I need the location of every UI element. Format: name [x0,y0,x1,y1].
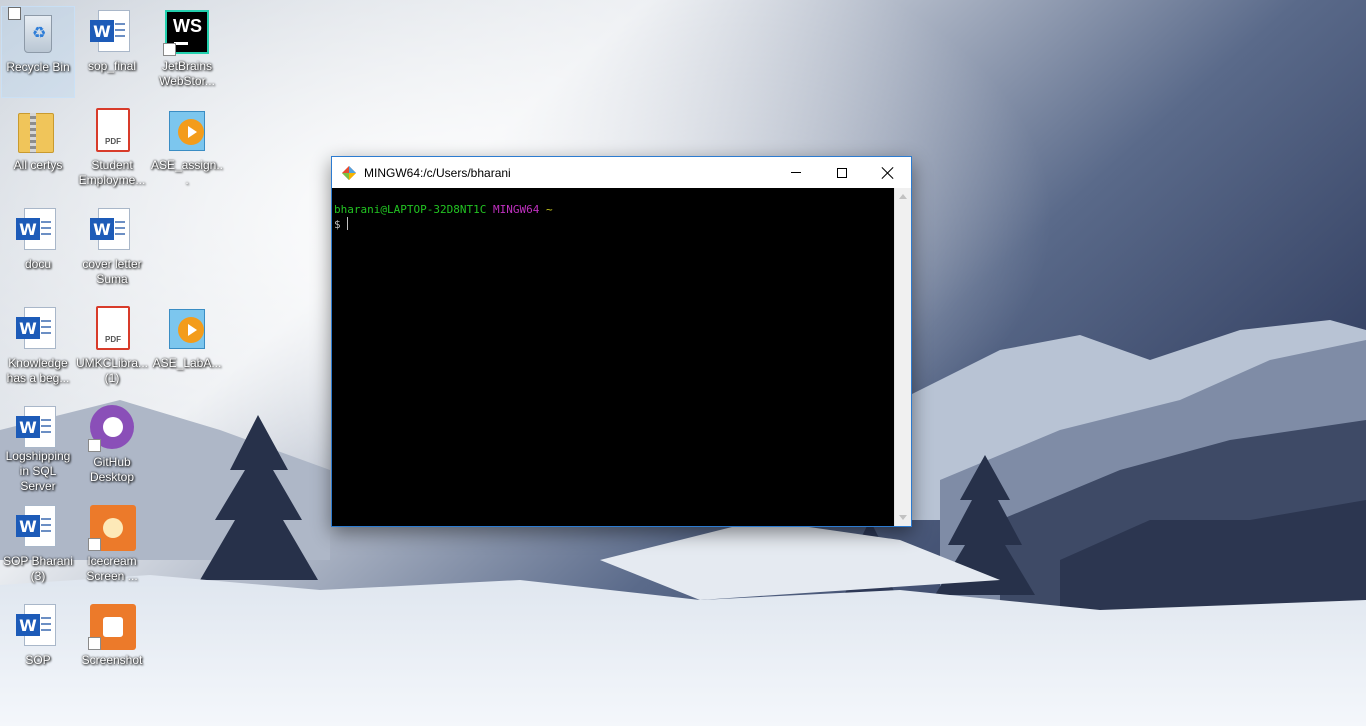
input-line[interactable]: $ [334,217,894,232]
word-document-icon: W [88,206,136,254]
shortcut-arrow-icon [88,637,101,650]
word-document-icon: W [14,404,62,448]
zip-folder-icon [14,107,62,155]
window-controls [773,157,911,188]
icon-label: Knowledge has a beg... [6,356,70,385]
icon-label: All certys [13,158,63,172]
text-cursor [346,217,348,230]
word-document-icon: W [14,602,62,650]
scroll-up-icon[interactable] [899,194,907,199]
word-document-icon: W [14,503,62,551]
word-document-icon: W [14,206,62,254]
desktop-icon-ase-laba[interactable]: ASE_LabA... [150,303,224,395]
desktop-icon-logshipping[interactable]: W Logshipping in SQL Server [1,402,75,494]
desktop-icon-icecream[interactable]: Icecream Screen ... [75,501,149,593]
icon-label: ASE_assign... [150,158,224,187]
icecream-screen-recorder-icon [88,503,136,551]
desktop-icon-webstorm[interactable]: WS JetBrains WebStor... [150,6,224,98]
git-bash-window[interactable]: MINGW64:/c/Users/bharani bharani@LAPTOP-… [331,156,912,527]
maximize-icon [837,167,847,178]
minimize-button[interactable] [773,157,819,188]
git-bash-icon [341,165,357,181]
desktop-icon-umkc-library[interactable]: PDF UMKCLibra... (1) [75,303,149,395]
desktop-icon-all-certys[interactable]: All certys [1,105,75,197]
close-button[interactable] [865,157,911,188]
prompt-shell: MINGW64 [492,203,540,216]
desktop-icon-sop-final[interactable]: W sop_final [75,6,149,98]
scroll-down-icon[interactable] [899,515,907,520]
icon-label: Screenshot [81,653,143,667]
prompt-line: bharani@LAPTOP-32D8NT1C MINGW64 ~ [334,202,894,217]
video-file-icon [163,107,211,155]
icon-label: Icecream Screen ... [86,554,138,583]
vertical-scrollbar[interactable] [894,188,911,526]
word-document-icon: W [14,305,62,353]
desktop-icon-screenshot[interactable]: Screenshot [75,600,149,692]
video-file-icon [163,305,211,353]
shortcut-arrow-icon [88,538,101,551]
prompt-directory: ~ [545,203,553,216]
desktop-icon-student-employment[interactable]: PDF Student Employme... [75,105,149,197]
icon-label: JetBrains WebStor... [159,59,215,88]
icon-label: Recycle Bin [6,60,70,74]
icon-label: SOP [25,653,51,667]
icon-label: sop_final [87,59,137,73]
close-icon [882,167,894,179]
screenshot-icon [88,602,136,650]
prompt-symbol: $ [334,218,341,231]
word-document-icon: W [88,8,136,56]
shortcut-arrow-icon [163,43,176,56]
icon-label: UMKCLibra... (1) [75,356,149,385]
icon-label: ASE_LabA... [152,356,222,370]
desktop-icon-recycle-bin[interactable]: ♻ Recycle Bin [1,6,75,98]
desktop-icon-knowledge[interactable]: W Knowledge has a beg... [1,303,75,395]
icon-label: GitHub Desktop [89,455,135,484]
github-desktop-icon [88,404,136,452]
prompt-user-host: bharani@LAPTOP-32D8NT1C [334,203,487,216]
desktop-icon-cover-letter[interactable]: W cover letter Suma [75,204,149,296]
window-title: MINGW64:/c/Users/bharani [364,165,511,180]
recycle-bin-icon: ♻ [14,9,62,57]
selection-checkbox[interactable] [8,7,21,20]
desktop-icon-sop[interactable]: W SOP [1,600,75,692]
icon-label: docu [24,257,52,271]
icon-label: cover letter Suma [82,257,142,286]
pdf-icon: PDF [88,107,136,155]
desktop-icon-sop-bharani[interactable]: W SOP Bharani (3) [1,501,75,593]
desktop-icon-github-desktop[interactable]: GitHub Desktop [75,402,149,494]
terminal-output[interactable]: bharani@LAPTOP-32D8NT1C MINGW64 ~ $ [332,188,894,526]
icon-label: Student Employme... [78,158,146,187]
shortcut-arrow-icon [88,439,101,452]
maximize-button[interactable] [819,157,865,188]
desktop-icon-docu[interactable]: W docu [1,204,75,296]
title-bar[interactable]: MINGW64:/c/Users/bharani [332,157,911,188]
icon-label: Logshipping in SQL Server [5,449,71,493]
pdf-icon: PDF [88,305,136,353]
minimize-icon [791,172,801,173]
desktop-icon-ase-assign[interactable]: ASE_assign... [150,105,224,197]
webstorm-icon: WS [163,8,211,56]
icon-label: SOP Bharani (3) [3,554,73,583]
